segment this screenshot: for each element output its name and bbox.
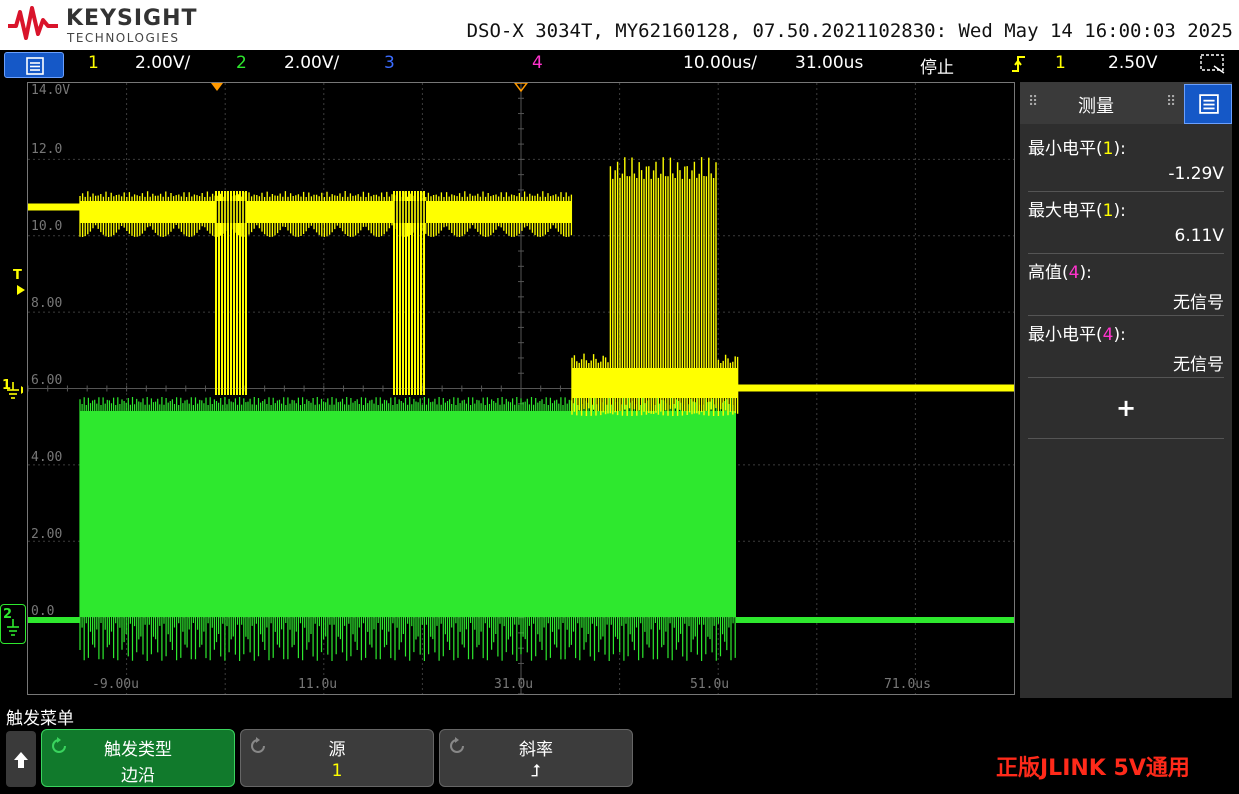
- y-axis-label: 8.00: [31, 296, 63, 311]
- measurement-header: ⠿ 测量 ⠿: [1020, 82, 1232, 124]
- ch2-scale[interactable]: 2.00V/: [284, 53, 339, 73]
- x-axis-label: -9.00u: [92, 677, 139, 692]
- x-axis-label: 31.0u: [494, 677, 534, 692]
- rising-edge-icon: [1011, 54, 1027, 79]
- measurement-item[interactable]: 高值(4): 无信号: [1028, 254, 1224, 316]
- measurement-channel: 4: [1102, 325, 1114, 345]
- y-axis-label: 12.0: [31, 142, 63, 157]
- keysight-wave-icon: [8, 6, 58, 40]
- ch1-scale[interactable]: 2.00V/: [135, 53, 190, 73]
- measurement-label: 最大电平(: [1028, 201, 1103, 221]
- softkey-value: ⮥: [530, 761, 542, 781]
- screen-capture-icon[interactable]: [1200, 54, 1226, 79]
- ch2-number[interactable]: 2: [236, 53, 247, 73]
- measurement-label: 最小电平(: [1028, 325, 1103, 345]
- trigger-level-marker[interactable]: T: [13, 268, 25, 295]
- measurement-menu-button[interactable]: [1184, 84, 1232, 124]
- softkey-label: 触发类型: [104, 740, 172, 760]
- measurement-item[interactable]: 最小电平(4): 无信号: [1028, 316, 1224, 378]
- y-axis-label: 14.0V: [31, 83, 71, 98]
- measurement-value: 无信号: [1173, 293, 1224, 313]
- measurement-item[interactable]: 最大电平(1): 6.11V: [1028, 192, 1224, 254]
- softkey-value: 边沿: [121, 766, 155, 786]
- time-scale[interactable]: 10.00us/: [683, 53, 757, 73]
- status-bar: 1 2.00V/ 2 2.00V/ 3 4 10.00us/ 31.00us 停…: [0, 50, 1239, 80]
- keysight-logo: KEYSIGHT TECHNOLOGIES: [6, 4, 206, 46]
- softkey-value: 1: [331, 761, 343, 781]
- slope-softkey[interactable]: 斜率 ⮥: [439, 729, 633, 787]
- trigger-type-softkey[interactable]: 触发类型 边沿: [41, 729, 235, 787]
- waveform-canvas: [28, 83, 1014, 694]
- drag-grip-icon[interactable]: ⠿: [1166, 94, 1176, 110]
- x-axis-label: 11.0u: [298, 677, 338, 692]
- measurement-channel: 1: [1102, 139, 1114, 159]
- ch2-ground-marker[interactable]: 2: [0, 604, 26, 644]
- run-state: 停止: [920, 58, 954, 78]
- ch1-ground-marker[interactable]: 1: [2, 378, 23, 399]
- measurement-channel: 1: [1102, 201, 1114, 221]
- measurement-label: 最小电平(: [1028, 139, 1103, 159]
- menu-list-icon: [26, 57, 44, 75]
- instrument-header: KEYSIGHT TECHNOLOGIES DSO-X 3034T, MY621…: [0, 0, 1239, 50]
- ch1-number[interactable]: 1: [88, 53, 99, 73]
- ch3-number[interactable]: 3: [384, 53, 395, 73]
- softkey-bar: 触发菜单 触发类型 边沿 源 1 斜率 ⮥ 正版JLINK 5V通用: [0, 698, 1239, 794]
- measurement-channel: 4: [1068, 263, 1080, 283]
- up-arrow-icon: [14, 752, 28, 768]
- softkey-label: 源: [328, 740, 346, 760]
- ground-icon: [7, 382, 23, 399]
- y-axis-label: 0.0: [31, 604, 55, 619]
- softkey-menu-title: 触发菜单: [6, 709, 74, 729]
- x-axis-label: 51.0u: [690, 677, 730, 692]
- back-button[interactable]: [6, 731, 36, 787]
- measurement-item[interactable]: 最小电平(1): -1.29V: [1028, 130, 1224, 192]
- ch4-number[interactable]: 4: [532, 53, 543, 73]
- y-axis-label: 2.00: [31, 527, 63, 542]
- ch2-burst-edges: [79, 397, 736, 661]
- add-measurement-button[interactable]: +: [1116, 394, 1136, 422]
- trigger-arrow-icon: [17, 285, 25, 295]
- drag-grip-icon[interactable]: ⠿: [1028, 94, 1038, 110]
- ground-icon: [7, 619, 19, 636]
- measurement-value: 6.11V: [1174, 226, 1224, 246]
- x-axis-label: 71.0us: [884, 677, 931, 692]
- trigger-position-marker: [211, 83, 223, 91]
- menu-list-icon: [1199, 94, 1219, 114]
- y-axis-label: 6.00: [31, 373, 63, 388]
- measurement-panel: ⠿ 测量 ⠿ 最小电平(1): -1.29V 最大电平(1): 6.11V 高值…: [1020, 82, 1232, 698]
- instrument-info: DSO-X 3034T, MY62160128, 07.50.202110283…: [466, 20, 1233, 42]
- brand-subtitle: TECHNOLOGIES: [67, 31, 180, 45]
- brand-name: KEYSIGHT: [66, 6, 198, 31]
- source-softkey[interactable]: 源 1: [240, 729, 434, 787]
- trigger-level[interactable]: 2.50V: [1108, 53, 1157, 73]
- divider: [1028, 438, 1224, 439]
- time-delay[interactable]: 31.00us: [795, 53, 863, 73]
- softkey-label: 斜率: [519, 740, 553, 760]
- main-menu-button[interactable]: [4, 52, 64, 78]
- measurement-value: 无信号: [1173, 355, 1224, 375]
- measurement-value: -1.29V: [1168, 164, 1224, 184]
- measurement-label: 高值(: [1028, 263, 1069, 283]
- y-axis-label: 10.0: [31, 219, 63, 234]
- waveform-display[interactable]: 14.0V 12.0 10.0 8.00 6.00 4.00 2.00 0.0 …: [27, 82, 1015, 695]
- trigger-source[interactable]: 1: [1055, 53, 1066, 73]
- watermark-text: 正版JLINK 5V通用: [996, 756, 1190, 781]
- measurement-title: 测量: [1078, 96, 1114, 117]
- y-axis-label: 4.00: [31, 450, 63, 465]
